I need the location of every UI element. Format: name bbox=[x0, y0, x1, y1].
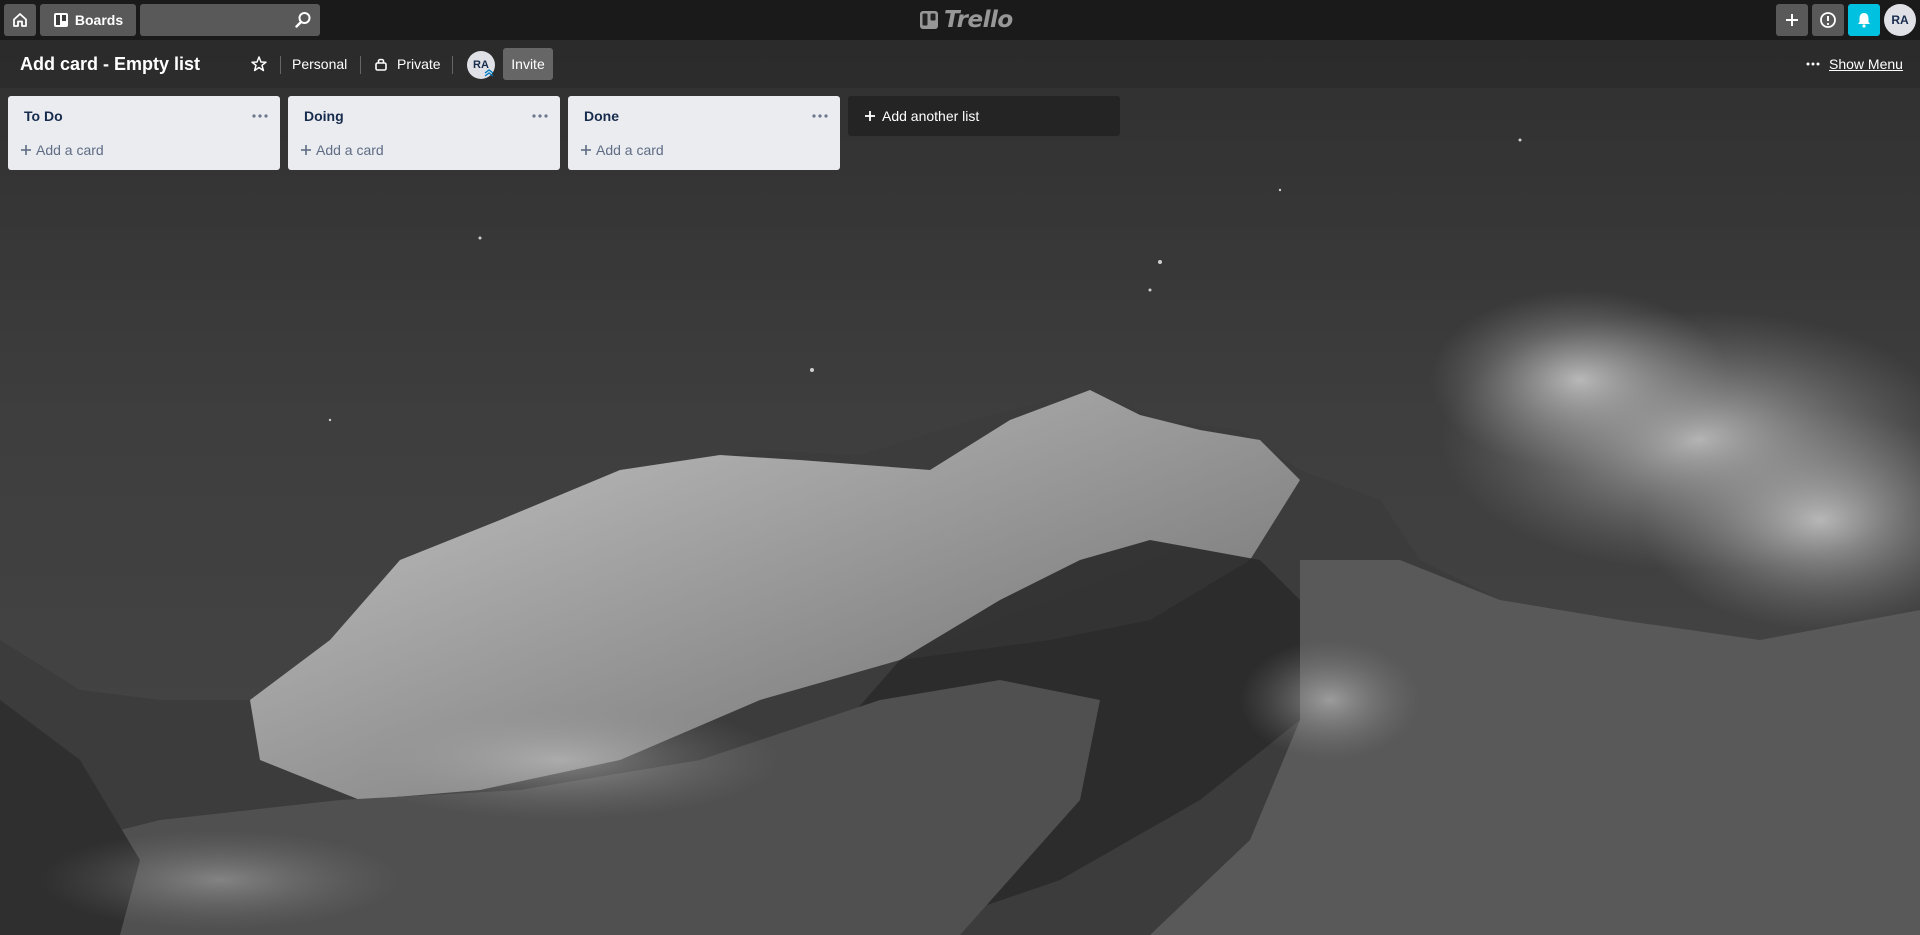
plus-icon bbox=[581, 145, 591, 155]
top-header: Boards Trello RA bbox=[0, 0, 1920, 40]
add-card-label: Add a card bbox=[316, 142, 384, 158]
ellipsis-icon[interactable] bbox=[1806, 62, 1820, 66]
home-button[interactable] bbox=[4, 4, 36, 36]
add-list-label: Add another list bbox=[882, 108, 980, 124]
plus-icon bbox=[301, 145, 311, 155]
board-icon bbox=[53, 13, 68, 27]
list-title[interactable]: Doing bbox=[304, 108, 344, 124]
logo-text: Trello bbox=[944, 7, 1013, 33]
add-card-label: Add a card bbox=[596, 142, 664, 158]
list-doing: Doing Add a card bbox=[288, 96, 560, 170]
bell-icon bbox=[1858, 13, 1870, 28]
boards-button[interactable]: Boards bbox=[40, 4, 136, 36]
add-list-button[interactable]: Add another list bbox=[848, 96, 1120, 136]
add-card-button[interactable]: Add a card bbox=[16, 136, 272, 164]
star-icon[interactable] bbox=[250, 55, 268, 73]
board-header: Add card - Empty list Personal Private R… bbox=[0, 40, 1920, 88]
add-card-button[interactable]: Add a card bbox=[576, 136, 832, 164]
trello-logo[interactable]: Trello bbox=[920, 6, 1013, 34]
team-label[interactable]: Personal bbox=[292, 56, 347, 72]
list-menu-icon[interactable] bbox=[528, 108, 552, 124]
list-done: Done Add a card bbox=[568, 96, 840, 170]
list-menu-icon[interactable] bbox=[248, 108, 272, 124]
list-menu-icon[interactable] bbox=[808, 108, 832, 124]
plus-icon bbox=[1786, 14, 1798, 26]
home-icon bbox=[13, 13, 27, 27]
search-input[interactable] bbox=[140, 4, 320, 36]
search-icon[interactable] bbox=[294, 11, 312, 29]
add-card-label: Add a card bbox=[36, 142, 104, 158]
notifications-button[interactable] bbox=[1848, 4, 1880, 36]
visibility-label[interactable]: Private bbox=[397, 56, 441, 72]
plus-icon bbox=[865, 111, 875, 121]
divider bbox=[360, 56, 361, 74]
board-title[interactable]: Add card - Empty list bbox=[20, 54, 200, 75]
list-title[interactable]: To Do bbox=[24, 108, 63, 124]
admin-badge-icon bbox=[484, 69, 494, 77]
user-avatar[interactable]: RA bbox=[1884, 4, 1916, 36]
info-icon bbox=[1820, 12, 1836, 28]
invite-button[interactable]: Invite bbox=[503, 48, 553, 80]
info-button[interactable] bbox=[1812, 4, 1844, 36]
lock-icon bbox=[375, 58, 387, 71]
create-button[interactable] bbox=[1776, 4, 1808, 36]
list-title[interactable]: Done bbox=[584, 108, 619, 124]
search-box[interactable] bbox=[140, 4, 320, 36]
add-card-button[interactable]: Add a card bbox=[296, 136, 552, 164]
boards-label: Boards bbox=[74, 12, 124, 28]
divider bbox=[280, 56, 281, 74]
show-menu-link[interactable]: Show Menu bbox=[1829, 56, 1903, 72]
trello-logo-icon bbox=[920, 11, 938, 29]
divider bbox=[452, 56, 453, 74]
plus-icon bbox=[21, 145, 31, 155]
list-todo: To Do Add a card bbox=[8, 96, 280, 170]
